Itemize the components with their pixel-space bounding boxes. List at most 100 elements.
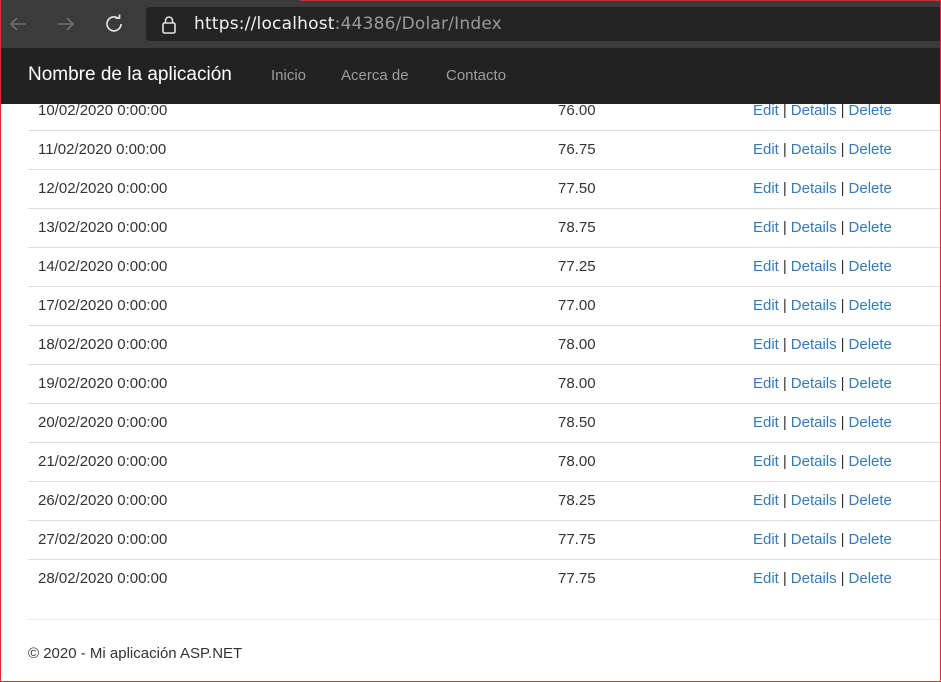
value-cell: 77.75 bbox=[558, 570, 596, 587]
date-cell: 27/02/2020 0:00:00 bbox=[38, 531, 168, 548]
edit-link[interactable]: Edit bbox=[753, 219, 779, 236]
delete-link[interactable]: Delete bbox=[849, 297, 892, 314]
date-cell: 21/02/2020 0:00:00 bbox=[38, 453, 168, 470]
details-link[interactable]: Details bbox=[791, 219, 837, 236]
edit-link[interactable]: Edit bbox=[753, 570, 779, 587]
edit-link[interactable]: Edit bbox=[753, 375, 779, 392]
edit-link[interactable]: Edit bbox=[753, 336, 779, 353]
separator: | bbox=[782, 375, 787, 392]
delete-link[interactable]: Delete bbox=[849, 180, 892, 197]
details-link[interactable]: Details bbox=[791, 258, 837, 275]
separator: | bbox=[782, 104, 787, 119]
table-row: 13/02/2020 0:00:00 78.75 Edit | Details | Dele… bbox=[28, 208, 941, 247]
reload-button[interactable] bbox=[100, 10, 128, 38]
edit-link[interactable]: Edit bbox=[753, 531, 779, 548]
details-link[interactable]: Details bbox=[791, 375, 837, 392]
edit-link[interactable]: Edit bbox=[753, 414, 779, 431]
delete-link[interactable]: Delete bbox=[849, 453, 892, 470]
footer-text: © 2020 - Mi aplicación ASP.NET bbox=[28, 645, 243, 662]
delete-link[interactable]: Delete bbox=[849, 258, 892, 275]
back-button[interactable] bbox=[4, 10, 32, 38]
table-row: 11/02/2020 0:00:00 76.75 Edit | Details | Dele… bbox=[28, 130, 941, 169]
window-edge bbox=[300, 0, 941, 1]
value-cell: 78.00 bbox=[558, 453, 596, 470]
separator: | bbox=[840, 141, 845, 158]
delete-link[interactable]: Delete bbox=[849, 375, 892, 392]
separator: | bbox=[782, 414, 787, 431]
separator: | bbox=[782, 453, 787, 470]
date-cell: 20/02/2020 0:00:00 bbox=[38, 414, 168, 431]
row-actions: Edit | Details | Delete bbox=[753, 531, 892, 548]
nav-link-contacto[interactable]: Contacto bbox=[446, 67, 506, 84]
value-cell: 78.75 bbox=[558, 219, 596, 236]
details-link[interactable]: Details bbox=[791, 531, 837, 548]
date-cell: 13/02/2020 0:00:00 bbox=[38, 219, 168, 236]
separator: | bbox=[782, 336, 787, 353]
value-cell: 78.50 bbox=[558, 414, 596, 431]
nav-link-acerca-de[interactable]: Acerca de bbox=[341, 67, 409, 84]
row-actions: Edit | Details | Delete bbox=[753, 180, 892, 197]
app-navbar: Nombre de la aplicación Inicio Acerca de… bbox=[0, 48, 941, 104]
delete-link[interactable]: Delete bbox=[849, 336, 892, 353]
reload-icon bbox=[106, 14, 122, 32]
row-actions: Edit | Details | Delete bbox=[753, 414, 892, 431]
address-bar[interactable]: https://localhost:44386/Dolar/Index bbox=[146, 7, 941, 41]
value-cell: 78.00 bbox=[558, 336, 596, 353]
details-link[interactable]: Details bbox=[791, 414, 837, 431]
edit-link[interactable]: Edit bbox=[753, 180, 779, 197]
nav-link-inicio[interactable]: Inicio bbox=[271, 67, 306, 84]
navbar-brand[interactable]: Nombre de la aplicación bbox=[28, 64, 232, 86]
details-link[interactable]: Details bbox=[791, 453, 837, 470]
separator: | bbox=[840, 297, 845, 314]
forward-button[interactable] bbox=[52, 10, 80, 38]
date-cell: 11/02/2020 0:00:00 bbox=[38, 141, 167, 158]
separator: | bbox=[840, 453, 845, 470]
edit-link[interactable]: Edit bbox=[753, 141, 779, 158]
delete-link[interactable]: Delete bbox=[849, 531, 892, 548]
date-cell: 12/02/2020 0:00:00 bbox=[38, 180, 168, 197]
separator: | bbox=[840, 258, 845, 275]
table-row: 12/02/2020 0:00:00 77.50 Edit | Details | Dele… bbox=[28, 169, 941, 208]
delete-link[interactable]: Delete bbox=[849, 570, 892, 587]
row-actions: Edit | Details | Delete bbox=[753, 375, 892, 392]
details-link[interactable]: Details bbox=[791, 141, 837, 158]
separator: | bbox=[840, 570, 845, 587]
separator: | bbox=[782, 141, 787, 158]
separator: | bbox=[782, 219, 787, 236]
edit-link[interactable]: Edit bbox=[753, 453, 779, 470]
delete-link[interactable]: Delete bbox=[849, 492, 892, 509]
edit-link[interactable]: Edit bbox=[753, 492, 779, 509]
separator: | bbox=[782, 258, 787, 275]
details-link[interactable]: Details bbox=[791, 297, 837, 314]
details-link[interactable]: Details bbox=[791, 104, 837, 119]
date-cell: 18/02/2020 0:00:00 bbox=[38, 336, 168, 353]
edit-link[interactable]: Edit bbox=[753, 297, 779, 314]
separator: | bbox=[782, 570, 787, 587]
footer-divider bbox=[28, 619, 941, 620]
delete-link[interactable]: Delete bbox=[849, 104, 892, 119]
details-link[interactable]: Details bbox=[791, 570, 837, 587]
date-cell: 17/02/2020 0:00:00 bbox=[38, 297, 168, 314]
details-link[interactable]: Details bbox=[791, 180, 837, 197]
table-row: 14/02/2020 0:00:00 77.25 Edit | Details | Dele… bbox=[28, 247, 941, 286]
delete-link[interactable]: Delete bbox=[849, 141, 892, 158]
table-row: 10/02/2020 0:00:00 76.00 Edit | Details | Dele… bbox=[28, 104, 941, 130]
value-cell: 76.75 bbox=[558, 141, 596, 158]
table-row: 20/02/2020 0:00:00 78.50 Edit | Details | Dele… bbox=[28, 403, 941, 442]
details-link[interactable]: Details bbox=[791, 336, 837, 353]
separator: | bbox=[782, 297, 787, 314]
row-actions: Edit | Details | Delete bbox=[753, 258, 892, 275]
details-link[interactable]: Details bbox=[791, 492, 837, 509]
date-cell: 10/02/2020 0:00:00 bbox=[38, 104, 168, 119]
value-cell: 77.25 bbox=[558, 258, 596, 275]
edit-link[interactable]: Edit bbox=[753, 258, 779, 275]
delete-link[interactable]: Delete bbox=[849, 414, 892, 431]
table-row: 21/02/2020 0:00:00 78.00 Edit | Details | Dele… bbox=[28, 442, 941, 481]
delete-link[interactable]: Delete bbox=[849, 219, 892, 236]
row-actions: Edit | Details | Delete bbox=[753, 492, 892, 509]
edit-link[interactable]: Edit bbox=[753, 104, 779, 119]
date-cell: 14/02/2020 0:00:00 bbox=[38, 258, 168, 275]
dolar-table: 10/02/2020 0:00:00 76.00 Edit | Details | Dele… bbox=[28, 104, 941, 598]
row-actions: Edit | Details | Delete bbox=[753, 297, 892, 314]
table-row: 17/02/2020 0:00:00 77.00 Edit | Details | Dele… bbox=[28, 286, 941, 325]
